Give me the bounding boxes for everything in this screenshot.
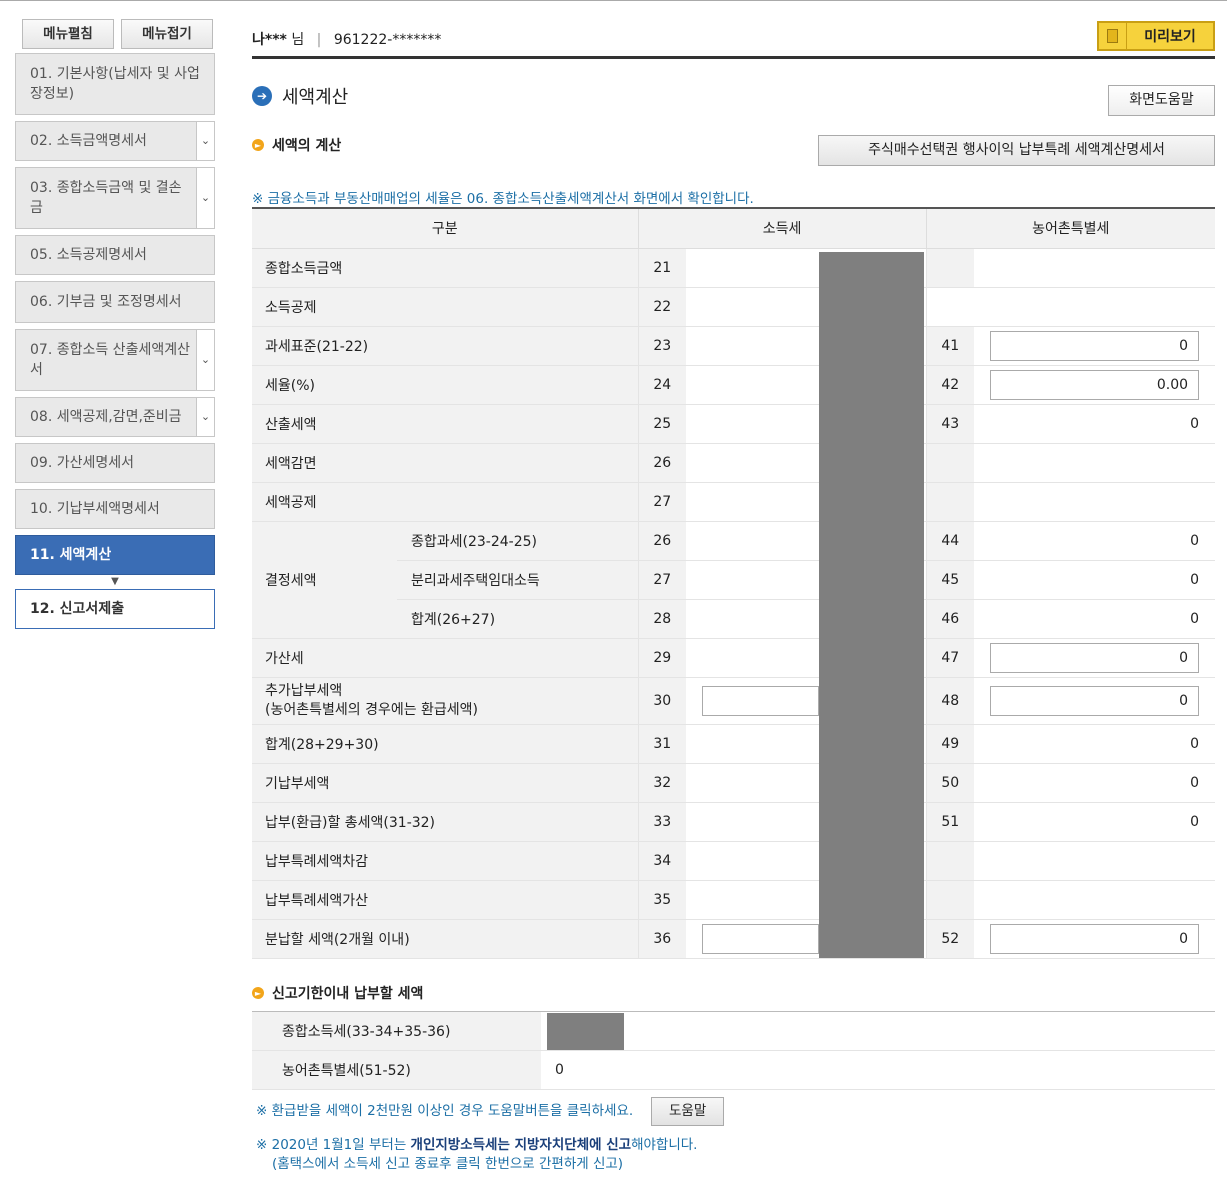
- notes: ※ 환급받을 세액이 2천만원 이상인 경우 도움말버튼을 클릭하세요. 도움말…: [256, 1097, 725, 1174]
- table-row: 가산세 29 47 0: [252, 638, 1216, 678]
- table-row: 결정세액 종합과세(23-24-25) 26 44 0: [252, 521, 1216, 639]
- tax-calculation-table: 구분 소득세 농어촌특별세 종합소득금액 21 소득공제 22 과세표준(21-…: [252, 207, 1216, 959]
- sidebar-item-tax-calculation[interactable]: 11. 세액계산: [15, 535, 215, 575]
- header-income-tax: 소득세: [637, 208, 927, 249]
- deadline-tax-table: 종합소득세(33-34+35-36) 농어촌특별세(51-52) 0: [252, 1011, 1215, 1090]
- installment-tax-input[interactable]: [702, 923, 820, 954]
- table-row: 소득공제 22: [252, 287, 1216, 327]
- local-tax-subnote: (홈택스에서 소득세 신고 종료후 클릭 한번으로 간편하게 신고): [272, 1156, 624, 1172]
- honorific: 님: [291, 32, 305, 48]
- user-bar: 나*** 님 | 961222-******* 미리보기: [252, 21, 1215, 59]
- additional-payment-input[interactable]: [702, 685, 820, 716]
- table-row: 세액감면 26: [252, 443, 1216, 483]
- decision-tax-label: 결정세액: [252, 521, 397, 639]
- rural-tax-base-input[interactable]: 0: [990, 330, 1200, 361]
- sidebar-item-income-deduction[interactable]: 05. 소득공제명세서: [15, 235, 215, 275]
- rural-tax-rate-input[interactable]: 0.00: [990, 369, 1200, 400]
- table-row: 기납부세액 32 50 0: [252, 763, 1216, 803]
- document-icon: [1099, 23, 1127, 49]
- table-row: 분리과세주택임대소득 27 45 0: [252, 560, 1216, 600]
- sidebar-item-submit[interactable]: 12. 신고서제출: [15, 589, 215, 629]
- sidebar-item-additional-tax[interactable]: 09. 가산세명세서: [15, 443, 215, 483]
- divider: |: [316, 32, 322, 48]
- table-row: 과세표준(21-22) 23 41 0: [252, 326, 1216, 366]
- table-row: 세율(%) 24 42 0.00: [252, 365, 1216, 405]
- down-arrow-icon: ▼: [111, 576, 119, 587]
- redacted-area: [547, 1012, 624, 1050]
- chevron-down-icon[interactable]: ⌄: [196, 122, 214, 160]
- table-row: 농어촌특별세(51-52) 0: [252, 1050, 1215, 1090]
- help-button[interactable]: 도움말: [651, 1097, 725, 1126]
- rural-installment-input[interactable]: 0: [990, 923, 1200, 954]
- sidebar-item-total-income[interactable]: 03. 종합소득금액 및 결손금 ⌄: [15, 167, 215, 229]
- rural-tax-label: 농어촌특별세(51-52): [252, 1050, 541, 1090]
- section-title-tax-calc: ► 세액의 계산: [252, 135, 341, 155]
- sidebar-item-prepaid-tax[interactable]: 10. 기납부세액명세서: [15, 489, 215, 529]
- bullet-arrow-icon: ►: [252, 139, 264, 151]
- stock-option-statement-button[interactable]: 주식매수선택권 행사이익 납부특례 세액계산명세서: [818, 135, 1215, 166]
- menu-expand-button[interactable]: 메뉴펼침: [22, 19, 114, 49]
- local-tax-note: ※ 2020년 1월1일 부터는 개인지방소득세는 지방자치단체에 신고해야합니…: [256, 1137, 698, 1153]
- bullet-arrow-icon: ►: [252, 987, 264, 999]
- chevron-down-icon[interactable]: ⌄: [196, 330, 214, 390]
- table-row: 납부특례세액차감 34: [252, 841, 1216, 881]
- sidebar-item-income-amount[interactable]: 02. 소득금액명세서 ⌄: [15, 121, 215, 161]
- sidebar-item-computed-tax[interactable]: 07. 종합소득 산출세액계산서 ⌄: [15, 329, 215, 391]
- table-row: 산출세액 25 43 0: [252, 404, 1216, 444]
- table-row: 분납할 세액(2개월 이내) 36 52 0: [252, 919, 1216, 959]
- rural-additional-tax-input[interactable]: 0: [990, 642, 1200, 673]
- chevron-down-icon[interactable]: ⌄: [196, 398, 214, 436]
- menu-toggles: 메뉴펼침 메뉴접기: [22, 19, 215, 49]
- chevron-down-icon[interactable]: ⌄: [196, 168, 214, 228]
- user-name: 나***: [252, 32, 287, 48]
- table-row: 추가납부세액 (농어촌특별세의 경우에는 환급세액) 30 48 0: [252, 677, 1216, 725]
- menu-collapse-button[interactable]: 메뉴접기: [121, 19, 213, 49]
- arrow-circle-icon: ➔: [252, 86, 272, 106]
- table-row: 합계(28+29+30) 31 49 0: [252, 724, 1216, 764]
- rural-refund-input[interactable]: 0: [990, 685, 1200, 716]
- header-category: 구분: [252, 208, 639, 249]
- table-row: 종합소득세(33-34+35-36): [252, 1011, 1215, 1051]
- resident-id: 961222-*******: [333, 32, 442, 48]
- header-rural-tax: 농어촌특별세: [925, 208, 1216, 249]
- tax-rate-notice: ※ 금융소득과 부동산매매업의 세율은 06. 종합소득산출세액계산서 화면에서…: [252, 191, 754, 207]
- table-header-row: 구분 소득세 농어촌특별세: [252, 208, 1216, 249]
- table-row: 종합소득금액 21: [252, 248, 1216, 288]
- section-title-deadline: ► 신고기한이내 납부할 세액: [252, 983, 423, 1003]
- sidebar-item-tax-credit[interactable]: 08. 세액공제,감면,준비금 ⌄: [15, 397, 215, 437]
- table-row: 납부특례세액가산 35: [252, 880, 1216, 920]
- redacted-area: [819, 252, 924, 958]
- table-row: 합계(26+27) 28 46 0: [252, 599, 1216, 639]
- user-info: 나*** 님 | 961222-*******: [252, 29, 441, 49]
- sidebar: 메뉴펼침 메뉴접기 01. 기본사항(납세자 및 사업장정보) 02. 소득금액…: [15, 19, 215, 635]
- table-row: 세액공제 27: [252, 482, 1216, 522]
- page-title: ➔ 세액계산: [252, 83, 348, 109]
- sidebar-item-donation[interactable]: 06. 기부금 및 조정명세서: [15, 281, 215, 323]
- screen-help-button[interactable]: 화면도움말: [1108, 85, 1215, 116]
- income-tax-label: 종합소득세(33-34+35-36): [252, 1011, 541, 1051]
- rural-tax-value: 0: [541, 1050, 1215, 1090]
- sidebar-item-basic-info[interactable]: 01. 기본사항(납세자 및 사업장정보): [15, 53, 215, 115]
- preview-button[interactable]: 미리보기: [1097, 21, 1215, 51]
- table-row: 납부(환급)할 총세액(31-32) 33 51 0: [252, 802, 1216, 842]
- refund-note: ※ 환급받을 세액이 2천만원 이상인 경우 도움말버튼을 클릭하세요. 도움말: [256, 1097, 725, 1126]
